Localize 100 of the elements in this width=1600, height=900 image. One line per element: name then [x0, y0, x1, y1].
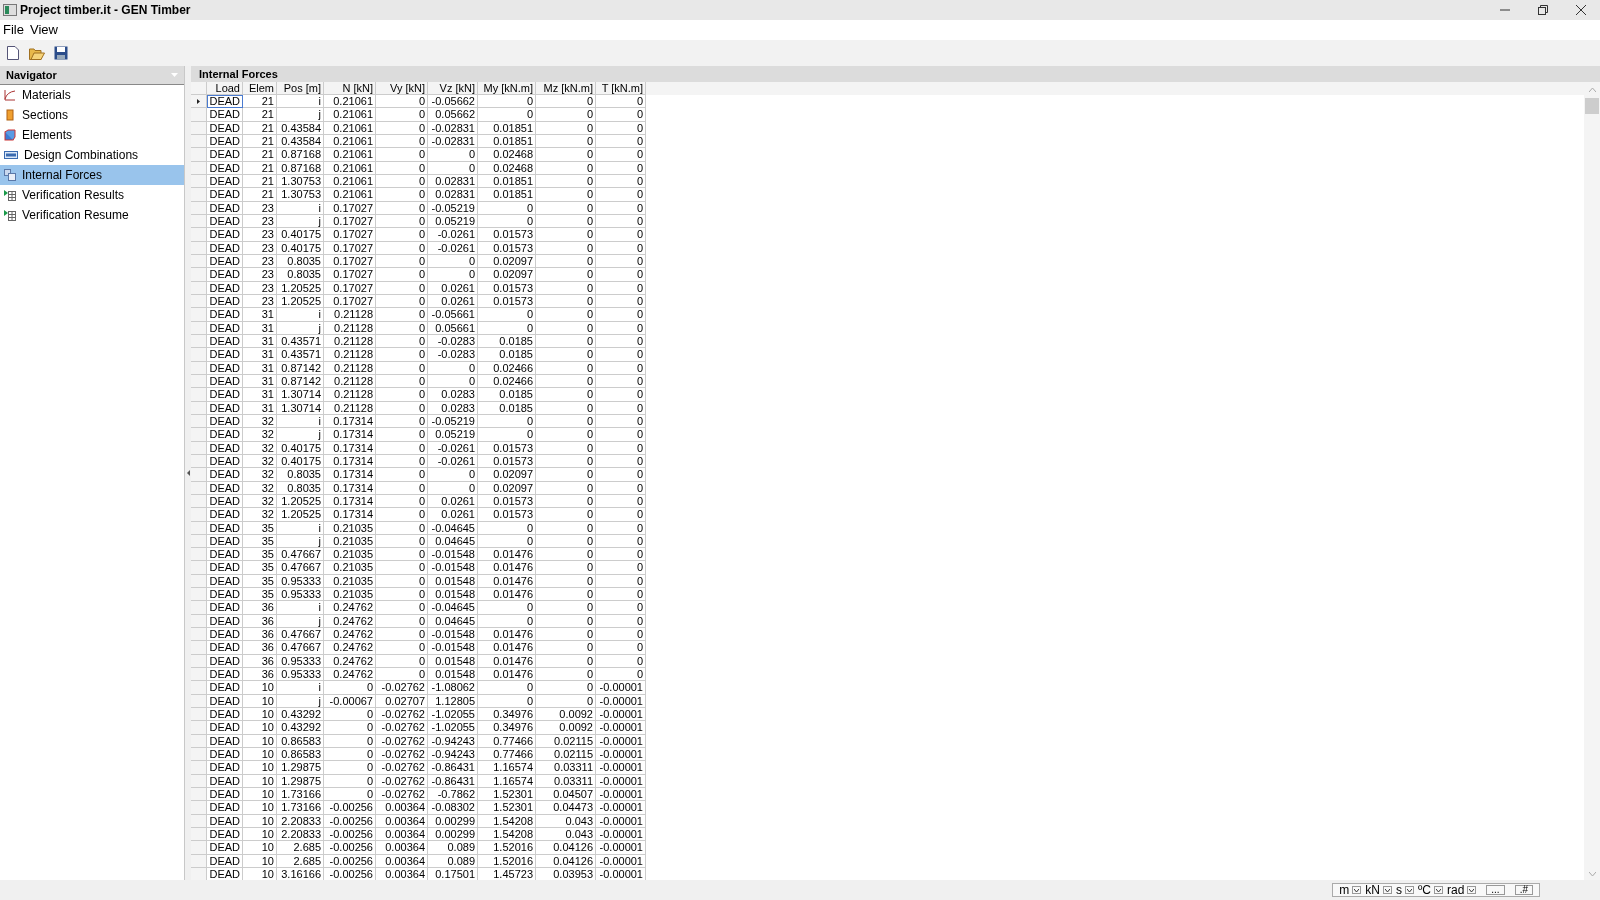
- table-cell: 1.30753: [277, 188, 324, 202]
- menu-item[interactable]: View: [26, 21, 61, 39]
- table-cell: -0.0261: [428, 441, 478, 455]
- table-cell: 32: [243, 508, 277, 522]
- unit-dropdown[interactable]: [1382, 886, 1392, 894]
- column-header[interactable]: Mz [kN.m]: [536, 82, 596, 95]
- table-cell: -0.02762: [376, 748, 428, 762]
- table-cell: 0: [596, 214, 646, 229]
- table-cell: i: [277, 681, 324, 695]
- column-header[interactable]: Pos [m]: [277, 82, 324, 95]
- table-cell: 0.17314: [324, 494, 376, 509]
- table-cell: -0.00256: [324, 828, 376, 842]
- column-header[interactable]: Vz [kN]: [428, 82, 478, 95]
- table-cell: 0: [596, 241, 646, 255]
- table-cell: 0.21061: [324, 135, 376, 149]
- scroll-up-icon[interactable]: [1588, 88, 1596, 92]
- table-cell: 0: [536, 614, 596, 629]
- table-cell: 0: [536, 574, 596, 589]
- table-cell: j: [277, 694, 324, 709]
- table-cell: 0: [536, 428, 596, 442]
- table-cell: 0.02468: [478, 148, 536, 162]
- new-file-button[interactable]: [4, 44, 22, 62]
- table-cell: 0: [376, 481, 428, 495]
- table-cell: 0: [376, 468, 428, 482]
- table-cell: 0: [536, 681, 596, 695]
- table-cell: 0: [324, 721, 376, 735]
- table-cell: DEAD: [207, 201, 243, 215]
- table-cell: 1.20525: [277, 281, 324, 295]
- scroll-thumb[interactable]: [1585, 98, 1599, 114]
- table-cell: 0: [596, 494, 646, 509]
- table-cell: 0: [536, 641, 596, 655]
- table-cell: 0.40175: [277, 228, 324, 242]
- table-cell: 10: [243, 761, 277, 775]
- unit-dropdown[interactable]: [1467, 886, 1477, 894]
- navigator-item[interactable]: Materials: [0, 85, 184, 105]
- table-cell: -0.00001: [596, 774, 646, 789]
- table-cell: 0.17314: [324, 468, 376, 482]
- navigator-item[interactable]: Sections: [0, 105, 184, 125]
- navigator-item[interactable]: Elements: [0, 125, 184, 145]
- table-cell: 0.089: [428, 841, 478, 855]
- table-cell: -0.00256: [324, 801, 376, 815]
- column-header[interactable]: Load: [207, 82, 243, 95]
- table-cell: DEAD: [207, 161, 243, 175]
- vertical-scrollbar[interactable]: [1584, 82, 1600, 880]
- table-cell: -1.02055: [428, 721, 478, 735]
- table-cell: DEAD: [207, 228, 243, 242]
- table-cell: i: [277, 521, 324, 535]
- table-cell: 35: [243, 534, 277, 549]
- table-cell: 0: [376, 188, 428, 202]
- table-cell: 0: [324, 748, 376, 762]
- table-cell: 0.21061: [324, 161, 376, 175]
- column-header[interactable]: Elem: [243, 82, 277, 95]
- column-header[interactable]: N [kN]: [324, 82, 376, 95]
- navigator-item[interactable]: Verification Results: [0, 185, 184, 205]
- table-cell: 36: [243, 628, 277, 642]
- table-cell: -0.04645: [428, 521, 478, 535]
- table-cell: 0: [376, 214, 428, 229]
- app-icon: [3, 3, 17, 17]
- table-cell: 31: [243, 374, 277, 389]
- menu-item[interactable]: File: [0, 21, 27, 39]
- table-cell: -0.05219: [428, 201, 478, 215]
- table-cell: 0: [324, 681, 376, 695]
- column-header[interactable]: Vy [kN]: [376, 82, 428, 95]
- table-cell: 0: [478, 201, 536, 215]
- table-cell: -0.0261: [428, 454, 478, 469]
- table-cell: 1.52016: [478, 841, 536, 855]
- table-cell: 0: [536, 441, 596, 455]
- table-cell: 0: [596, 348, 646, 362]
- navigator-item[interactable]: Internal Forces: [0, 165, 184, 185]
- table-cell: 0: [536, 374, 596, 389]
- table-cell: 1.16574: [478, 761, 536, 775]
- column-header[interactable]: My [kN.m]: [478, 82, 536, 95]
- unit-dropdown[interactable]: [1433, 886, 1443, 894]
- row-header[interactable]: [191, 95, 207, 109]
- table-cell: -0.02831: [428, 121, 478, 135]
- column-header[interactable]: T [kN.m]: [596, 82, 646, 95]
- unit-button[interactable]: .#: [1514, 885, 1533, 895]
- table-cell: 0.40175: [277, 241, 324, 255]
- save-button[interactable]: [52, 44, 70, 62]
- table-cell: 0.01573: [478, 294, 536, 309]
- table-cell: 0.21035: [324, 561, 376, 575]
- scroll-down-icon[interactable]: [1588, 872, 1596, 876]
- unit-dropdown[interactable]: [1404, 886, 1414, 894]
- table-cell: 0.17501: [428, 868, 478, 880]
- table-cell: DEAD: [207, 454, 243, 469]
- table-cell: DEAD: [207, 801, 243, 815]
- table-cell: 0.86583: [277, 748, 324, 762]
- table-cell: 1.30714: [277, 388, 324, 402]
- table-cell: 0: [596, 201, 646, 215]
- table-cell: 0: [536, 214, 596, 229]
- unit-dropdown[interactable]: [1352, 886, 1362, 894]
- table-cell: j: [277, 214, 324, 229]
- table-cell: 3.16166: [277, 868, 324, 880]
- table-cell: 0: [596, 534, 646, 549]
- navigator-item[interactable]: Design Combinations: [0, 145, 184, 165]
- unit-label: m: [1339, 884, 1350, 896]
- table-cell: 0.0185: [478, 401, 536, 415]
- navigator-item[interactable]: Verification Resume: [0, 205, 184, 225]
- table-cell: i: [277, 601, 324, 615]
- unit-button[interactable]: ...: [1486, 885, 1505, 895]
